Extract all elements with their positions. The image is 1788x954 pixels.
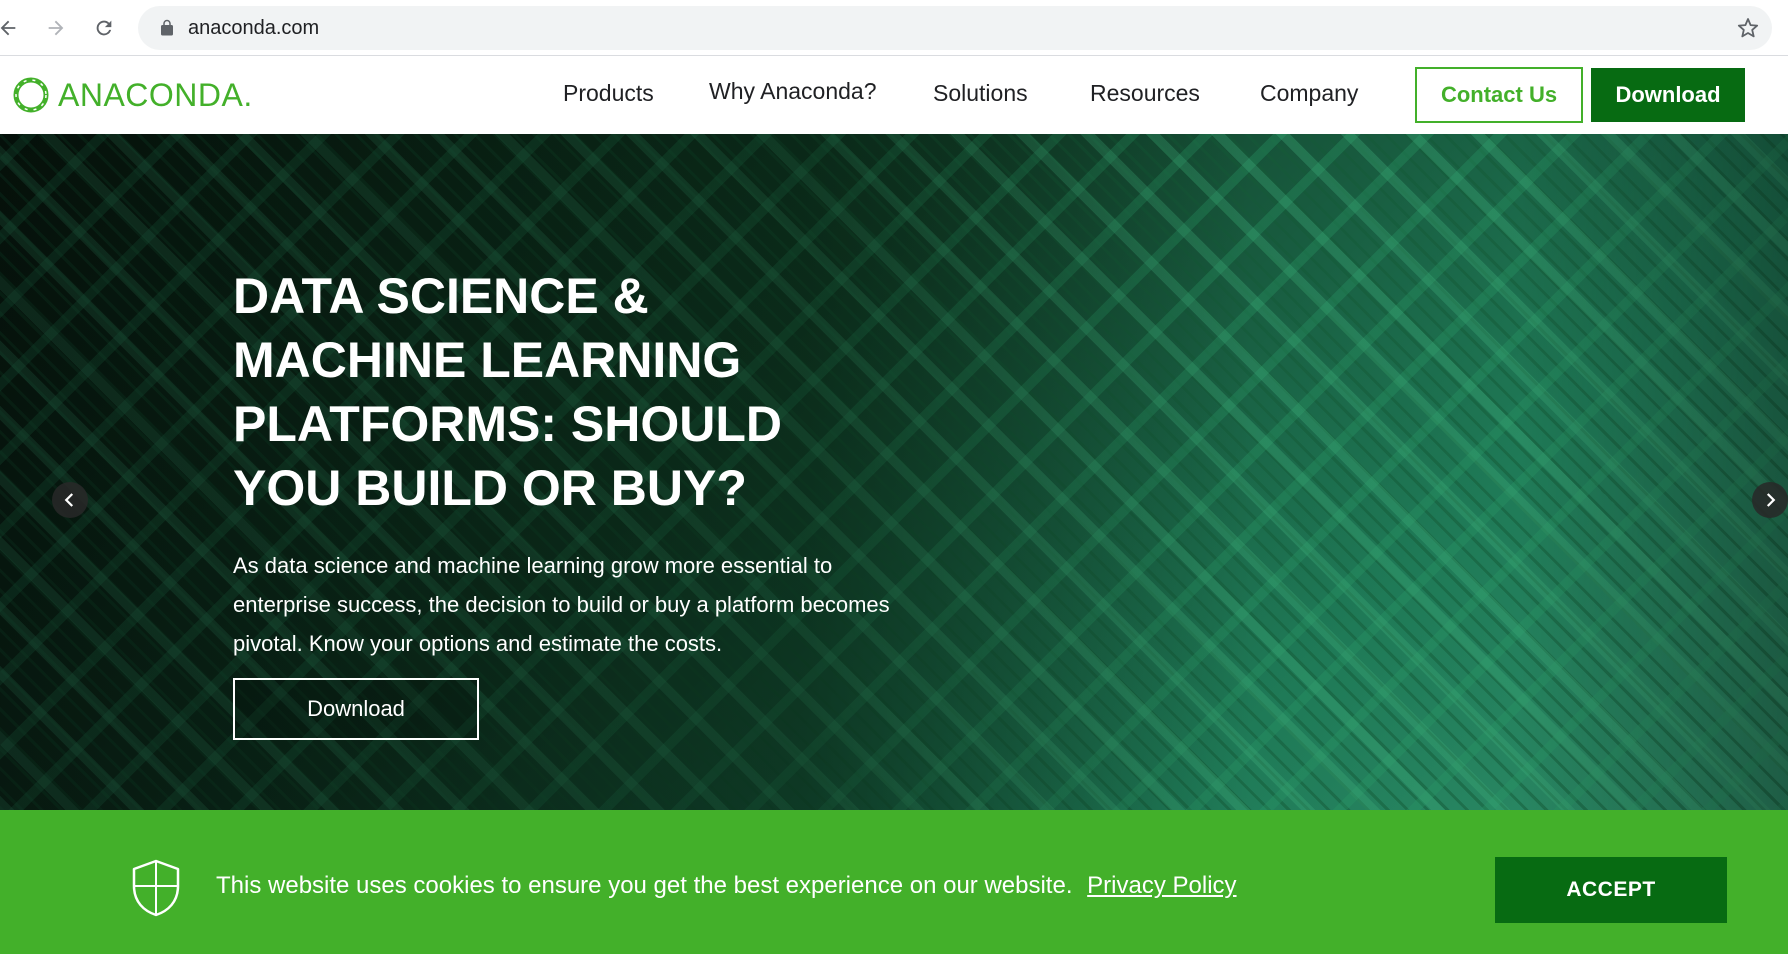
chevron-left-icon [64, 493, 74, 507]
site-header: ANACONDA. Products Why Anaconda? Solutio… [0, 56, 1788, 134]
cookie-banner: This website uses cookies to ensure you … [0, 810, 1788, 954]
nav-why-anaconda[interactable]: Why Anaconda? [709, 78, 877, 105]
carousel-next-button[interactable] [1752, 482, 1788, 518]
lock-icon[interactable] [158, 19, 176, 37]
header-download-button[interactable]: Download [1591, 68, 1745, 122]
carousel-prev-button[interactable] [52, 482, 88, 518]
url-text[interactable]: anaconda.com [188, 17, 319, 40]
shield-icon [132, 859, 180, 917]
cookie-message: This website uses cookies to ensure you … [216, 872, 1237, 900]
hero-title: DATA SCIENCE & MACHINE LEARNING PLATFORM… [233, 268, 783, 516]
reload-button[interactable] [88, 12, 120, 44]
arrow-right-icon [48, 20, 64, 36]
arrow-left-icon [0, 20, 16, 36]
hero-banner: DATA SCIENCE & MACHINE LEARNING PLATFORM… [0, 134, 1788, 810]
chevron-right-icon [1766, 493, 1776, 507]
nav-solutions[interactable]: Solutions [933, 80, 1028, 107]
hero-download-button[interactable]: Download [233, 678, 479, 740]
nav-resources[interactable]: Resources [1090, 80, 1200, 107]
accept-cookies-button[interactable]: ACCEPT [1495, 857, 1727, 923]
forward-button[interactable] [40, 12, 72, 44]
nav-company[interactable]: Company [1260, 80, 1358, 107]
privacy-policy-link[interactable]: Privacy Policy [1087, 872, 1236, 899]
reload-icon [96, 20, 112, 36]
back-button[interactable] [0, 12, 24, 44]
main-nav: Products Why Anaconda? Solutions Resourc… [0, 78, 1400, 112]
nav-products[interactable]: Products [563, 80, 654, 107]
cookie-message-text: This website uses cookies to ensure you … [216, 872, 1073, 899]
hero-description: As data science and machine learning gro… [233, 553, 890, 656]
browser-toolbar: anaconda.com [0, 0, 1788, 56]
address-bar[interactable]: anaconda.com [138, 6, 1772, 50]
star-icon[interactable] [1736, 16, 1760, 40]
contact-us-button[interactable]: Contact Us [1415, 67, 1583, 123]
